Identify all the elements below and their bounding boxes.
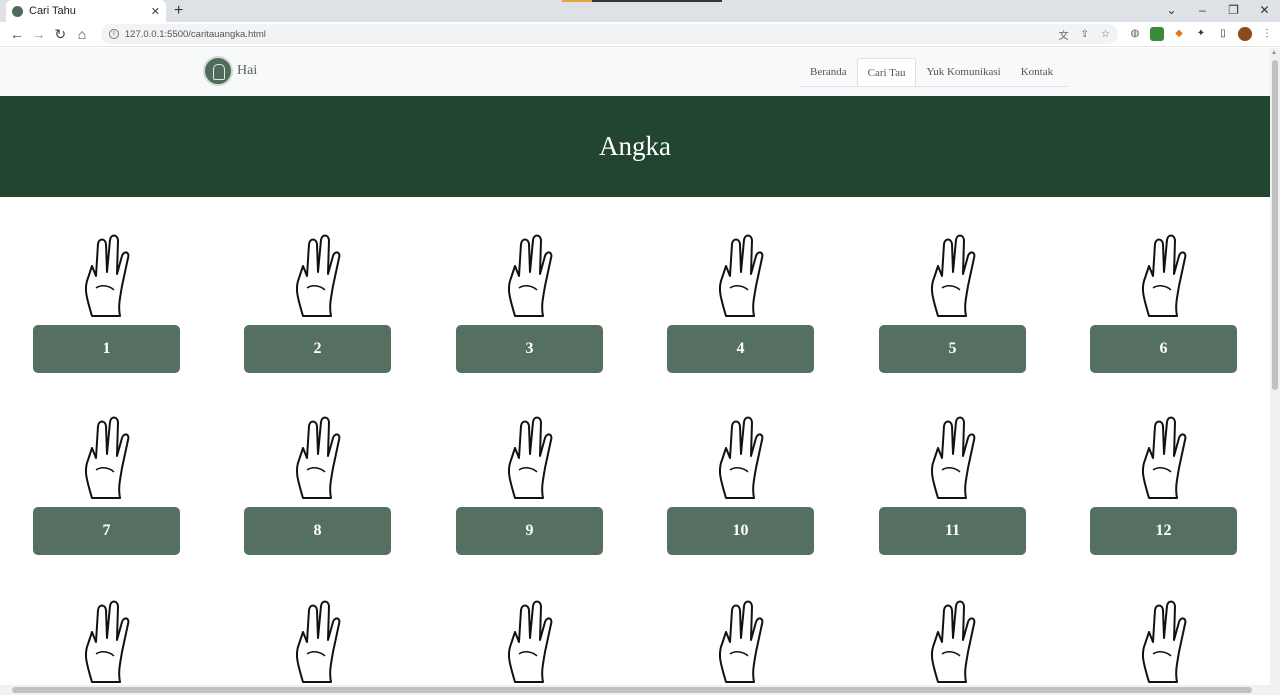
number-button[interactable]: 7 [33,507,180,555]
nav-cari-tau[interactable]: Cari Tau [856,58,917,86]
browser-tab[interactable]: Cari Tahu ✕ [6,0,166,22]
menu-kebab-icon[interactable]: ⋮ [1260,27,1274,41]
site-info-icon[interactable]: i [108,29,119,39]
brand[interactable]: Hai [203,56,257,86]
vertical-scrollbar[interactable]: ▲ [1270,48,1280,685]
number-card [456,592,603,687]
number-card: 1 [33,226,180,373]
number-card: 4 [667,226,814,373]
extension-icon[interactable]: ◍ [1128,27,1142,41]
nav-beranda[interactable]: Beranda [800,58,857,86]
new-tab-button[interactable]: + [174,2,183,20]
number-button[interactable]: 10 [667,507,814,555]
hand-sign-icon [84,600,129,683]
number-button[interactable]: 11 [879,507,1026,555]
extension-icon[interactable] [1150,27,1164,41]
number-card: 7 [33,408,180,555]
number-button[interactable]: 6 [1090,325,1237,373]
hand-sign-icon [718,600,763,683]
number-button[interactable]: 2 [244,325,391,373]
hand-sign-icon [930,416,975,499]
tab-title: Cari Tahu [29,5,76,17]
number-card: 3 [456,226,603,373]
hand-sign-icon [507,600,552,683]
hand-sign-icon [1141,416,1186,499]
translate-icon[interactable]: 文 [1059,27,1069,42]
hand-sign-icon [295,600,340,683]
site-navbar: Hai Beranda Cari Tau Yuk Komunikasi Kont… [0,48,1270,96]
number-button[interactable]: 1 [33,325,180,373]
metamask-fox-icon[interactable]: ◆ [1172,27,1186,41]
number-card [244,592,391,687]
page-banner: Angka [0,96,1270,197]
scroll-up-icon[interactable]: ▲ [1271,50,1277,56]
tab-close-icon[interactable]: ✕ [151,5,160,18]
number-card: 9 [456,408,603,555]
home-icon[interactable]: ⌂ [71,26,93,42]
tab-strip-decoration [562,0,592,2]
number-button[interactable]: 9 [456,507,603,555]
hand-sign-icon [718,416,763,499]
nav-yuk-komunikasi[interactable]: Yuk Komunikasi [916,58,1010,86]
nav-kontak[interactable]: Kontak [1011,58,1063,86]
number-card: 5 [879,226,1026,373]
bookmark-star-icon[interactable]: ☆ [1101,29,1110,40]
hand-sign-icon [1141,234,1186,317]
number-card [1090,592,1237,687]
url-text: 127.0.0.1:5500/caritauangka.html [124,28,266,40]
side-panel-icon[interactable]: ▯ [1216,27,1230,41]
number-card [667,592,814,687]
window-controls: ⌄ – ❐ ✕ [1156,0,1280,22]
number-card [33,592,180,687]
hand-sign-icon [84,416,129,499]
hand-sign-icon [718,234,763,317]
scrollbar-thumb[interactable] [1272,60,1278,390]
number-button[interactable]: 3 [456,325,603,373]
back-icon[interactable]: ← [6,26,28,42]
logo-icon [203,56,233,86]
number-card [879,592,1026,687]
extensions-puzzle-icon[interactable]: ✦ [1194,27,1208,41]
hand-sign-icon [507,234,552,317]
hand-sign-icon [1141,600,1186,683]
number-button[interactable]: 8 [244,507,391,555]
hand-sign-icon [295,234,340,317]
hand-sign-icon [295,416,340,499]
browser-toolbar: ← → ↻ ⌂ i 127.0.0.1:5500/caritauangka.ht… [0,22,1280,47]
number-button[interactable]: 12 [1090,507,1237,555]
number-button[interactable]: 5 [879,325,1026,373]
browser-tab-bar: Cari Tahu ✕ + ⌄ – ❐ ✕ [0,0,1280,22]
hand-sign-icon [930,600,975,683]
restore-icon[interactable]: ❐ [1218,0,1249,22]
nav-menu: Beranda Cari Tau Yuk Komunikasi Kontak [800,58,1063,86]
hand-sign-icon [84,234,129,317]
number-button[interactable]: 4 [667,325,814,373]
number-card: 6 [1090,226,1237,373]
share-icon[interactable]: ⇪ [1081,29,1089,40]
page-title: Angka [599,131,671,161]
extensions-area: ◍ ◆ ✦ ▯ ⋮ [1128,27,1274,41]
number-card: 12 [1090,408,1237,555]
forward-icon[interactable]: → [28,26,50,42]
tab-search-icon[interactable]: ⌄ [1156,0,1187,22]
brand-name: Hai [237,63,258,78]
horizontal-scrollbar[interactable] [0,685,1280,695]
hand-sign-icon [507,416,552,499]
number-card: 2 [244,226,391,373]
number-card: 10 [667,408,814,555]
scrollbar-thumb[interactable] [12,687,1252,693]
number-card: 11 [879,408,1026,555]
profile-avatar[interactable] [1238,27,1252,41]
address-bar[interactable]: i 127.0.0.1:5500/caritauangka.html 文 ⇪ ☆ [100,24,1118,44]
hand-sign-icon [930,234,975,317]
reload-icon[interactable]: ↻ [49,26,71,43]
window-close-icon[interactable]: ✕ [1249,0,1280,22]
nav-divider [800,86,1068,87]
number-card: 8 [244,408,391,555]
minimize-icon[interactable]: – [1187,0,1218,22]
site-favicon-icon [12,5,23,17]
